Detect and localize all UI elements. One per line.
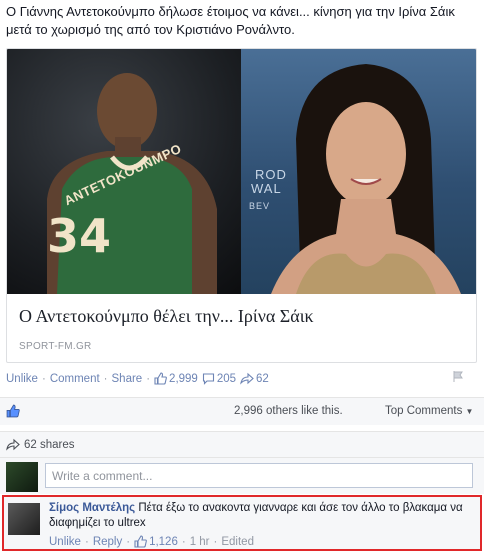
comment-timestamp[interactable]: 1 hr <box>190 536 210 548</box>
unlike-link[interactable]: Unlike <box>6 373 38 385</box>
comments-count: 205 <box>216 372 237 385</box>
likes-summary-bar: 2,996 others like this. Top Comments ▼ <box>0 397 484 425</box>
comment-composer-row: Write a comment... <box>0 457 484 494</box>
top-comments-label: Top Comments <box>385 405 463 417</box>
thumbs-up-icon[interactable] <box>6 404 20 418</box>
comment-unlike-link[interactable]: Unlike <box>49 536 81 548</box>
commenter-avatar[interactable] <box>8 503 40 535</box>
jersey-number: 34 <box>47 209 112 263</box>
separator: · <box>126 535 131 548</box>
comments-stat[interactable]: 205 <box>202 372 236 385</box>
separator: · <box>84 535 89 548</box>
likes-count: 2,999 <box>169 372 198 385</box>
link-domain: SPORT-FM.GR <box>19 341 92 352</box>
comment-author[interactable]: Σίμος Μαντέλης <box>49 502 135 514</box>
post-text: Ο Γιάννης Αντετοκούνμπο δήλωσε έτοιμος ν… <box>6 4 455 37</box>
comment-edited-label[interactable]: Edited <box>221 536 254 548</box>
player-photo: ANTETOKOUNMPO 34 <box>7 49 241 294</box>
separator: · <box>181 535 186 548</box>
comment-body: Σίμος Μαντέλης Πέτα έξω το ανακοντα γιαν… <box>49 501 474 531</box>
shares-count: 62 <box>256 372 269 385</box>
comment-input[interactable]: Write a comment... <box>45 463 473 488</box>
shares-stat[interactable]: 62 <box>240 372 269 385</box>
comment-reply-link[interactable]: Reply <box>93 536 122 548</box>
comment-link[interactable]: Comment <box>50 373 100 385</box>
shares-link[interactable]: 62 shares <box>6 438 75 451</box>
separator: · <box>213 535 218 548</box>
backdrop-text-2: WAL <box>251 181 282 196</box>
link-preview-image[interactable]: ANTETOKOUNMPO 34 ROD WAL BEV <box>7 49 476 294</box>
link-preview-card[interactable]: ANTETOKOUNMPO 34 ROD WAL BEV Ο Αντετοκού… <box>6 48 477 363</box>
comment-bubble-icon <box>202 373 214 385</box>
post-actions: Unlike · Comment · Share · 2,999 205 62 <box>6 372 269 385</box>
comment-meta: Unlike · Reply · 1,126 · 1 hr · Edited <box>49 535 254 548</box>
backdrop-text-1: ROD <box>255 167 287 182</box>
separator: · <box>103 372 108 385</box>
model-photo: ROD WAL BEV <box>241 49 476 294</box>
flag-icon[interactable] <box>452 370 465 383</box>
separator: · <box>41 372 46 385</box>
separator: · <box>146 372 151 385</box>
shares-bar: 62 shares <box>0 431 484 458</box>
top-comments-dropdown[interactable]: Top Comments ▼ <box>385 405 473 417</box>
share-link[interactable]: Share <box>112 373 143 385</box>
likes-others-link[interactable]: 2,996 others like this. <box>234 405 343 417</box>
thumbs-up-icon <box>134 535 147 548</box>
caret-down-icon: ▼ <box>465 407 474 416</box>
share-arrow-icon <box>240 372 254 385</box>
highlighted-comment: Σίμος Μαντέλης Πέτα έξω το ανακοντα γιαν… <box>2 495 482 551</box>
current-user-avatar <box>6 462 38 492</box>
comment-likes[interactable]: 1,126 <box>134 535 178 548</box>
link-title[interactable]: Ο Αντετοκούνμπο θέλει την... Ιρίνα Σάικ <box>19 306 314 327</box>
likes-stat[interactable]: 2,999 <box>154 372 198 385</box>
share-arrow-icon <box>6 438 20 451</box>
comment-likes-count: 1,126 <box>149 535 178 548</box>
shares-text: 62 shares <box>24 438 75 451</box>
backdrop-text-3: BEV <box>249 201 271 211</box>
thumbs-up-icon <box>154 372 167 385</box>
